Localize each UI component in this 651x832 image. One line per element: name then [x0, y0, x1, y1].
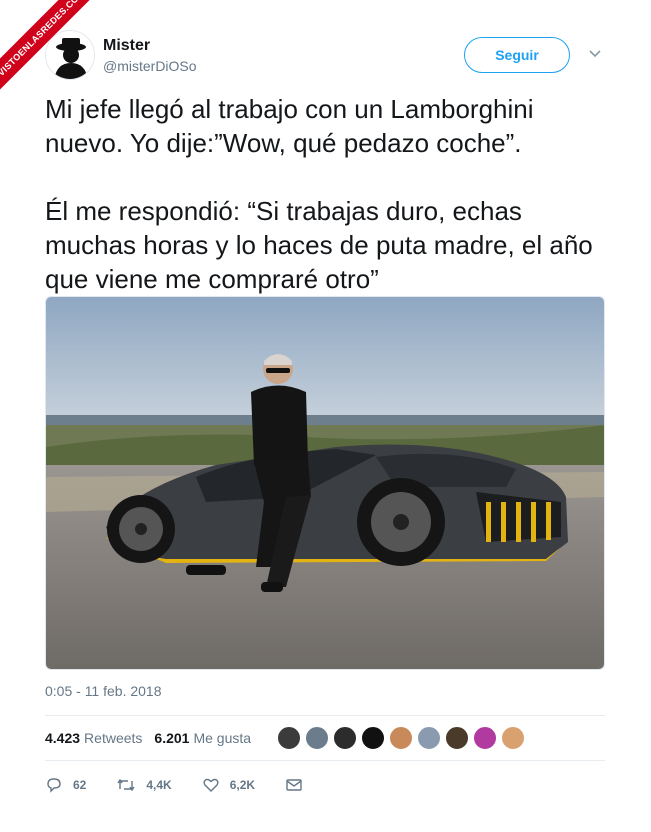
tweet-text: Mi jefe llegó al trabajo con un Lamborgh…: [45, 94, 593, 294]
retweet-icon: [117, 778, 135, 792]
avatar[interactable]: [45, 30, 95, 80]
like-button[interactable]: 6,2K: [202, 776, 255, 794]
tweet-actions: 62 4,4K 6,2K: [45, 770, 605, 800]
tweet-header: Mister @misterDiOSo Seguir: [0, 0, 651, 90]
liker-avatar[interactable]: [473, 726, 498, 750]
liker-avatar[interactable]: [305, 726, 330, 750]
chevron-down-icon[interactable]: [588, 46, 602, 60]
heart-icon: [203, 778, 219, 792]
like-count: 6,2K: [229, 778, 256, 792]
retweet-count: 4,4K: [146, 778, 172, 792]
liker-avatar[interactable]: [333, 726, 358, 750]
retweet-button[interactable]: 4,4K: [116, 776, 172, 794]
divider: [45, 760, 605, 761]
liker-avatar[interactable]: [361, 726, 386, 750]
liker-avatar[interactable]: [445, 726, 470, 750]
avatar-silhouette-icon: [46, 31, 94, 79]
lamborghini-photo-image: [46, 297, 604, 669]
follow-button[interactable]: Seguir: [464, 37, 570, 73]
likes-label[interactable]: Me gusta: [193, 730, 251, 746]
author-name[interactable]: Mister: [103, 37, 150, 55]
reply-count: 62: [73, 778, 87, 792]
likes-count[interactable]: 6.201: [154, 730, 189, 746]
liker-avatar[interactable]: [277, 726, 302, 750]
reply-icon: [47, 778, 61, 793]
message-button[interactable]: [285, 776, 313, 794]
retweets-label[interactable]: Retweets: [84, 730, 142, 746]
liker-avatars: [277, 726, 529, 750]
tweet-stats: 4.423 Retweets 6.201 Me gusta: [45, 716, 605, 760]
liker-avatar[interactable]: [389, 726, 414, 750]
liker-avatar[interactable]: [501, 726, 526, 750]
tweet-photo[interactable]: [45, 296, 605, 670]
envelope-icon: [286, 779, 302, 791]
tweet-timestamp[interactable]: 0:05 - 11 feb. 2018: [45, 683, 162, 699]
retweets-count[interactable]: 4.423: [45, 730, 80, 746]
liker-avatar[interactable]: [417, 726, 442, 750]
author-handle[interactable]: @misterDiOSo: [103, 58, 197, 74]
reply-button[interactable]: 62: [45, 776, 86, 794]
